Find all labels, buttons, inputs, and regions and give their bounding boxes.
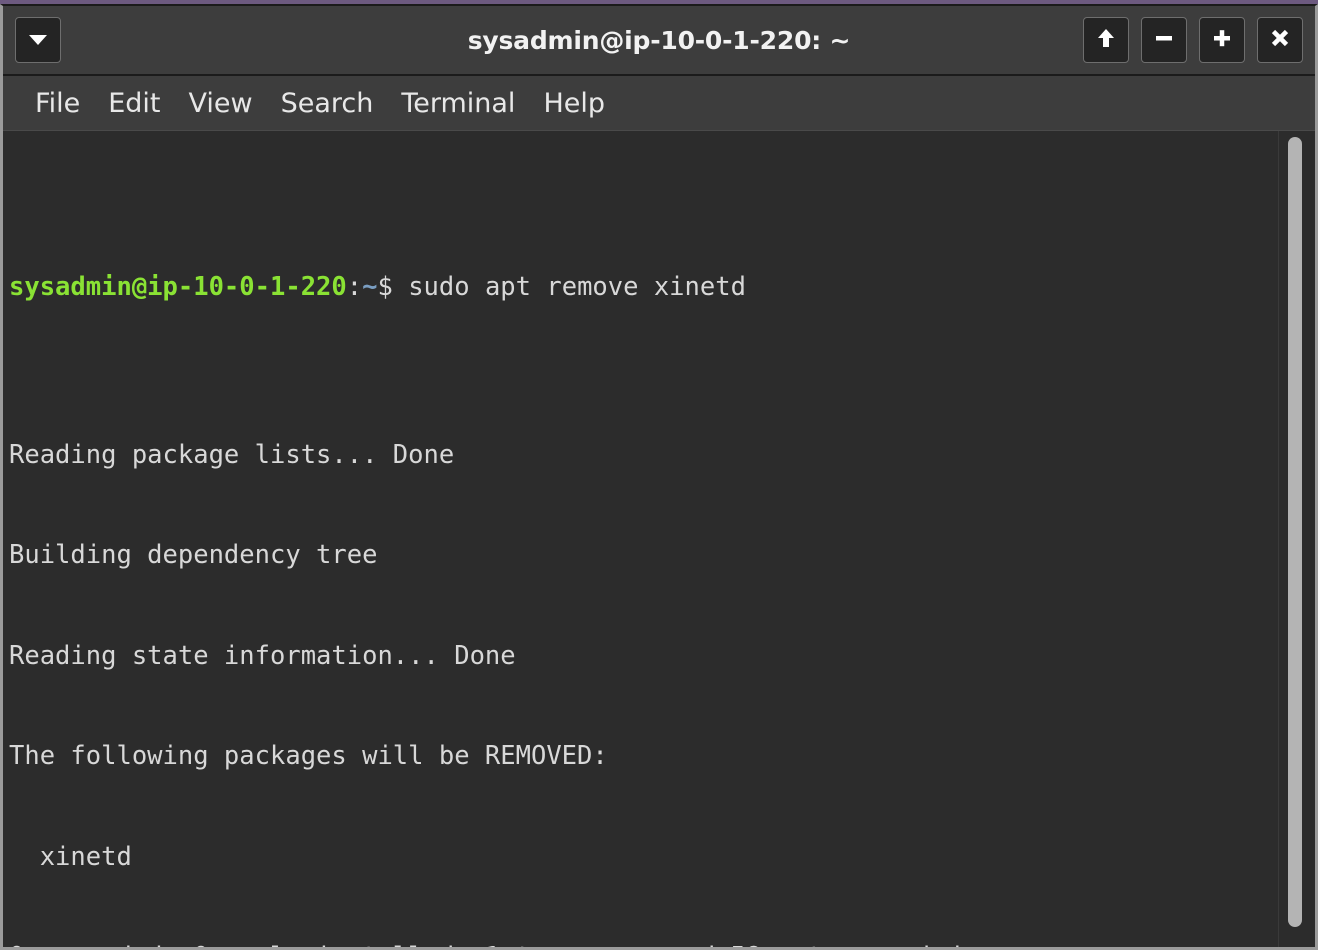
minus-icon [1153,27,1175,53]
prompt-user-host: sysadmin@ip-10-0-1-220 [9,272,347,302]
terminal-output-line: xinetd [9,841,132,872]
window-menu-button[interactable] [15,17,61,63]
terminal-output-line: Reading state information... Done [9,640,516,671]
maximize-button[interactable] [1199,17,1245,63]
terminal-output-line: Reading package lists... Done [9,439,455,470]
terminal-body: sysadmin@ip-10-0-1-220:~$ sudo apt remov… [3,130,1315,947]
title-bar: sysadmin@ip-10-0-1-220: ~ [3,6,1315,76]
prompt-path: ~ [362,272,378,302]
prompt-sigil: $ [377,272,393,302]
minimize-button[interactable] [1141,17,1187,63]
shade-button[interactable] [1083,17,1129,63]
terminal-scrollbar-thumb[interactable] [1288,137,1302,927]
menu-item-view[interactable]: View [174,86,266,121]
menu-item-file[interactable]: File [21,86,94,121]
menu-bar: File Edit View Search Terminal Help [3,76,1315,130]
menu-item-terminal[interactable]: Terminal [387,86,529,121]
terminal-window: sysadmin@ip-10-0-1-220: ~ File Edit View… [0,4,1318,950]
terminal-prompt-line: sysadmin@ip-10-0-1-220:~$ sudo apt remov… [9,271,1279,305]
menu-item-search[interactable]: Search [267,86,388,121]
terminal-output-line: Building dependency tree [9,540,378,570]
menu-item-edit[interactable]: Edit [94,86,174,121]
prompt-colon: : [346,272,363,302]
terminal-screen[interactable]: sysadmin@ip-10-0-1-220:~$ sudo apt remov… [3,131,1279,947]
terminal-command: sudo apt remove xinetd [392,272,746,302]
up-arrow-icon [1096,27,1116,53]
chevron-down-icon [28,31,48,50]
close-button[interactable] [1257,17,1303,63]
menu-item-help[interactable]: Help [529,86,619,121]
close-icon [1269,27,1291,53]
terminal-output-line: The following packages will be REMOVED: [9,741,608,771]
terminal-output-line: 0 upgraded, 0 newly installed, 1 to remo… [9,941,1279,947]
terminal-scrollbar[interactable] [1278,131,1315,947]
window-controls [1083,17,1303,63]
plus-icon [1211,27,1233,53]
